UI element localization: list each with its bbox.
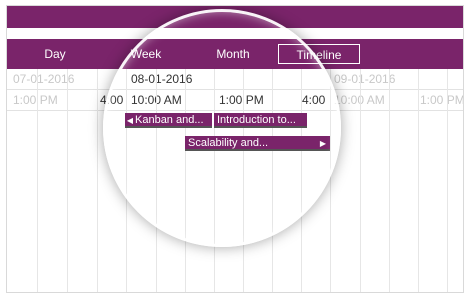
event-right-arrow-icon: ▶ [319,139,327,148]
grid-line [126,69,127,292]
date-label-2: 08-01-2016 [131,72,193,86]
grid-line [214,69,215,292]
grid-line [37,69,38,292]
time-label-5: 4:00 [302,93,326,107]
event-title-scalability: Scalability and... [188,137,269,149]
top-bar [7,6,463,28]
grid-line [67,69,68,292]
view-timeline-button[interactable]: Timeline [278,44,360,64]
time-header-row: 1:00 PM 4:00 10:00 AM 1:00 PM 4:00 10:00… [7,90,463,111]
time-label-4: 1:00 PM [219,93,264,107]
event-introduction[interactable]: Introduction to... [214,113,307,128]
grid-line [97,69,98,292]
grid-line [185,69,186,292]
event-left-arrow-icon: ◀ [126,116,134,125]
view-month-button[interactable]: Month [208,44,258,64]
view-day-button[interactable]: Day [35,44,75,64]
grid-line [360,69,361,292]
grid-line [156,69,157,292]
date-header-row: 07-01-2016 08-01-2016 09-01-2016 [7,69,463,90]
grid-line [272,69,273,292]
time-label-7: 1:00 PM [420,93,464,107]
event-title-introduction: Introduction to... [217,114,296,126]
grid-line [330,69,331,292]
view-week-button[interactable]: Week [121,44,171,64]
event-title-kanban: Kanban and... [135,114,204,126]
grid-line [243,69,244,292]
time-label-2: 4:00 [100,93,124,107]
view-switcher: Day Week Month Timeline [7,39,463,69]
date-label-1: 07-01-2016 [13,72,75,86]
event-kanban[interactable]: ◀ Kanban and... [125,113,212,128]
grid-line [301,69,302,292]
grid-line [447,69,448,292]
grid-line [389,69,390,292]
grid-line [418,69,419,292]
event-scalability[interactable]: Scalability and... ▶ [185,136,330,151]
date-label-3: 09-01-2016 [334,72,396,86]
time-label-1: 1:00 PM [13,93,58,107]
scheduler-widget: Day Week Month Timeline 07-01-2016 08-01… [6,5,464,293]
